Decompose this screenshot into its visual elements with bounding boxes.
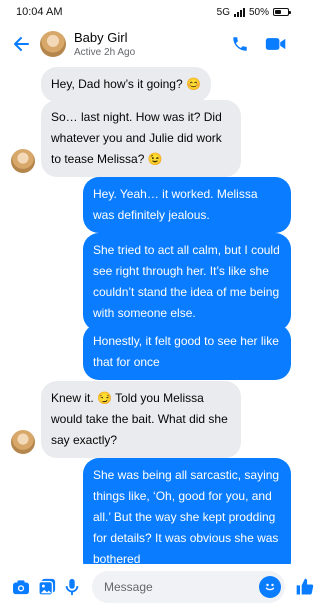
camera-icon[interactable] [12,576,30,598]
message-bubble-incoming[interactable]: So… last night. How was it? Did whatever… [41,100,241,177]
photo-icon[interactable] [38,576,56,598]
phone-icon[interactable] [229,33,251,55]
conversation-header: Baby Girl Active 2h Ago [0,24,299,64]
signal-icon [233,7,245,17]
status-indicators: 5G 50% [216,6,291,18]
video-camera-icon[interactable] [265,33,287,55]
battery-percent: 50% [248,6,269,18]
message-bubble-outgoing[interactable]: She was being all sarcastic, saying thin… [83,458,291,564]
message-input-wrapper[interactable] [92,570,285,603]
message-input[interactable] [104,579,259,594]
contact-info[interactable]: Baby Girl Active 2h Ago [74,30,229,58]
sender-avatar [11,430,35,454]
message-bubble-outgoing[interactable]: Hey. Yeah… it worked. Melissa was defini… [83,177,291,233]
message-composer [0,564,314,609]
emoji-icon[interactable] [259,575,281,598]
message-list[interactable]: Hey, Dad how’s it going? 😊 So… last nigh… [0,64,299,564]
battery-icon [273,8,291,16]
back-arrow-icon[interactable] [10,33,32,55]
microphone-icon[interactable] [64,576,80,598]
header-actions [229,33,291,55]
message-bubble-outgoing[interactable]: Honestly, it felt good to see her like t… [83,324,291,380]
message-bubble-outgoing[interactable]: She tried to act all calm, but I could s… [83,233,291,331]
thumbs-up-icon[interactable] [295,575,315,599]
contact-status: Active 2h Ago [74,47,136,58]
status-time: 10:04 AM [16,6,63,18]
contact-name: Baby Girl [74,30,128,45]
message-bubble-incoming[interactable]: Hey, Dad how’s it going? 😊 [41,67,211,102]
contact-avatar[interactable] [40,31,66,57]
network-label: 5G [216,6,230,18]
sender-avatar [11,149,35,173]
message-bubble-incoming[interactable]: Knew it. 😏 Told you Melissa would take t… [41,381,241,458]
status-bar: 10:04 AM 5G 50% [0,0,299,24]
